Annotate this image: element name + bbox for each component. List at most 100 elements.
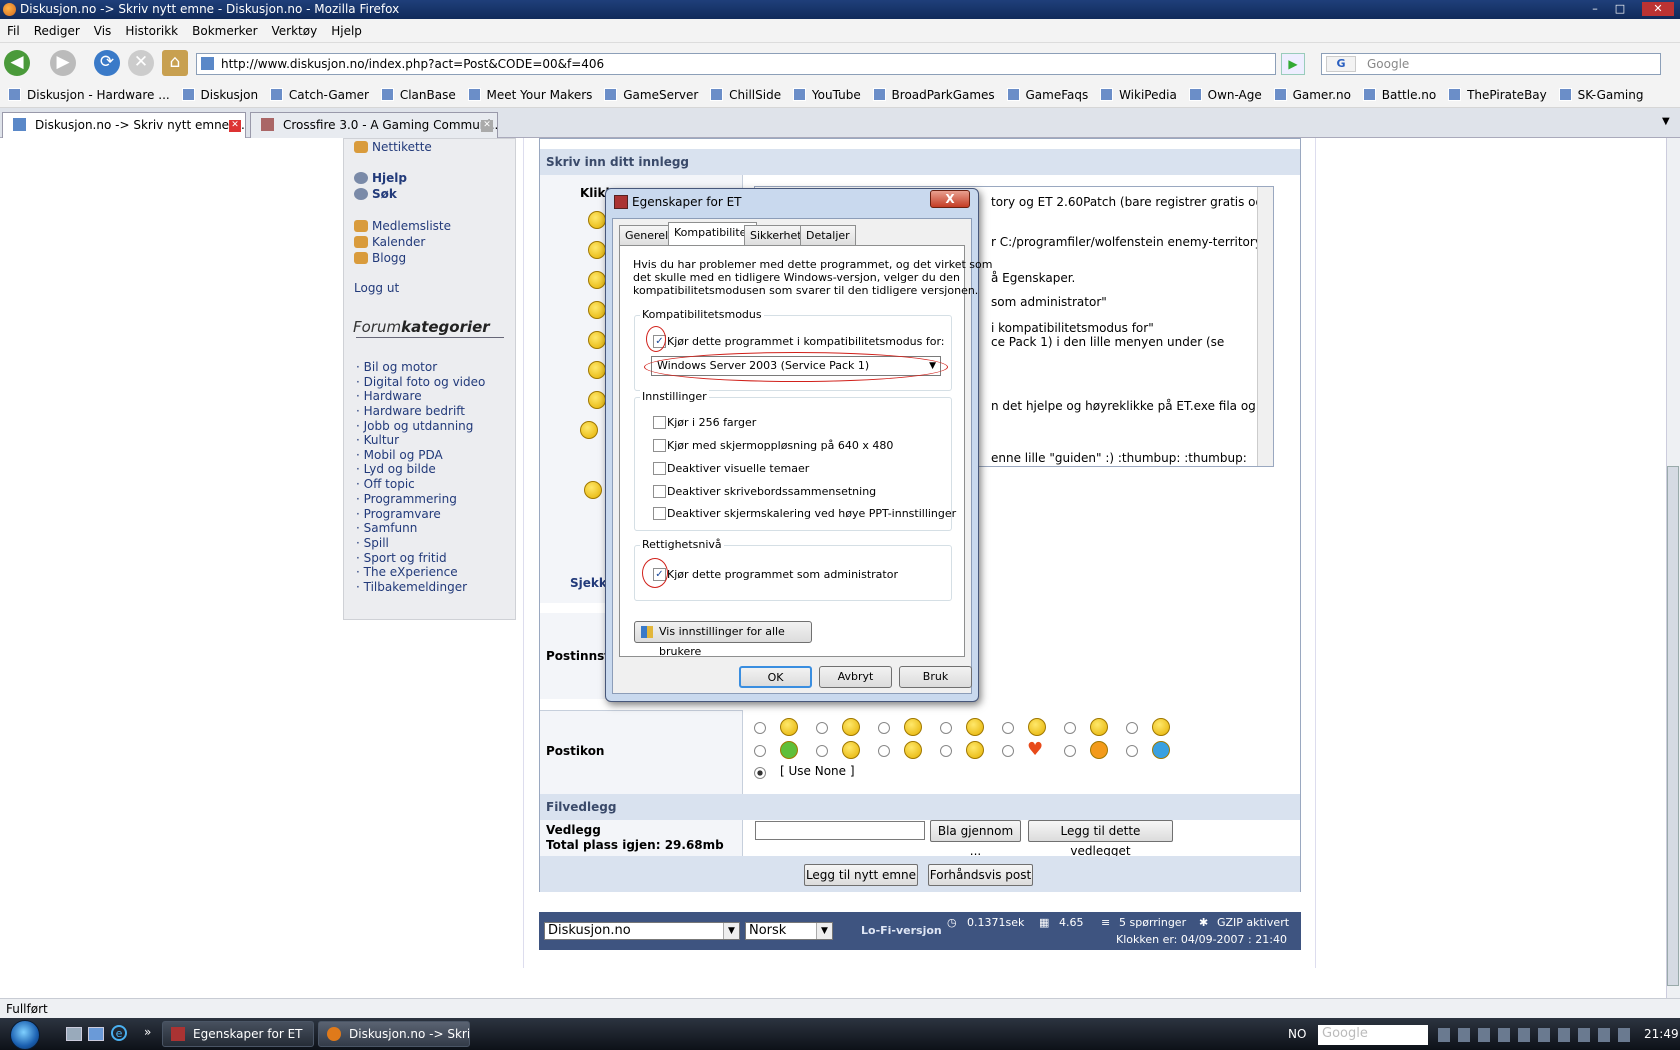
close-tab-icon[interactable]: ✕ — [481, 120, 493, 132]
quicklaunch-chevron-icon[interactable]: » — [144, 1025, 151, 1039]
internet-explorer-icon[interactable]: e — [111, 1025, 127, 1041]
category-link[interactable]: · Lyd og bilde — [356, 462, 436, 476]
cancel-button[interactable]: Avbryt — [819, 666, 892, 688]
menu-vis[interactable]: Vis — [87, 19, 119, 43]
sidebar-link-medlemsliste[interactable]: Medlemsliste — [354, 219, 451, 233]
bookmark-item[interactable]: Meet Your Makers — [467, 82, 592, 107]
category-link[interactable]: · Off topic — [356, 477, 415, 491]
minimize-button[interactable]: – — [1586, 2, 1604, 16]
tab-sikkerhet[interactable]: Sikkerhet — [744, 225, 808, 245]
posticon-radio[interactable] — [1126, 722, 1138, 734]
sidebar-link-hjelp[interactable]: Hjelp — [354, 171, 407, 185]
bookmark-item[interactable]: SK-Gaming — [1558, 82, 1643, 107]
bookmark-item[interactable]: GameFaqs — [1006, 82, 1088, 107]
page-scrollbar-thumb[interactable] — [1667, 466, 1679, 986]
sidebar-link-kalender[interactable]: Kalender — [354, 235, 425, 249]
bookmark-item[interactable]: ThePirateBay — [1448, 82, 1547, 107]
attachment-file-input[interactable] — [755, 821, 925, 840]
menu-rediger[interactable]: Rediger — [27, 19, 87, 43]
smiley-icon[interactable] — [588, 241, 606, 259]
posticon-radio[interactable] — [816, 722, 828, 734]
posticon-radio[interactable] — [878, 722, 890, 734]
reload-icon[interactable]: ⟳ — [94, 50, 120, 76]
visual-themes-checkbox[interactable] — [653, 462, 666, 475]
dialog-close-button[interactable]: X — [930, 190, 970, 208]
bookmark-item[interactable]: GameServer — [604, 82, 698, 107]
menu-fil[interactable]: Fil — [0, 19, 27, 43]
tab-crossfire[interactable]: Crossfire 3.0 - A Gaming Communi... ✕ — [250, 112, 498, 138]
go-button[interactable]: ▶ — [1281, 53, 1305, 75]
desktop-composition-checkbox[interactable] — [653, 485, 666, 498]
tab-diskusjon[interactable]: Diskusjon.no -> Skriv nytt emne -... ✕ — [2, 112, 246, 138]
posticon-radio[interactable] — [1064, 745, 1076, 757]
posticon-radio[interactable] — [878, 745, 890, 757]
category-link[interactable]: · Mobil og PDA — [356, 448, 443, 462]
smiley-icon[interactable] — [588, 391, 606, 409]
tab-detaljer[interactable]: Detaljer — [800, 225, 856, 245]
bookmark-item[interactable]: BroadParkGames — [872, 82, 995, 107]
add-attachment-button[interactable]: Legg til dette vedlegget — [1028, 820, 1173, 858]
posticon-radio[interactable] — [754, 722, 766, 734]
new-topic-button[interactable]: Legg til nytt emne — [804, 864, 918, 886]
bookmark-item[interactable]: Catch-Gamer — [269, 82, 369, 107]
bookmark-item[interactable]: Battle.no — [1362, 82, 1436, 107]
category-link[interactable]: · Bil og motor — [356, 360, 437, 374]
home-icon[interactable]: ⌂ — [162, 50, 188, 76]
bookmark-item[interactable]: Gamer.no — [1273, 82, 1351, 107]
category-link[interactable]: · Programmering — [356, 492, 457, 506]
tray-icons[interactable] — [1438, 1028, 1638, 1042]
smiley-icon[interactable] — [588, 271, 606, 289]
google-icon[interactable]: G — [1326, 56, 1356, 72]
all-users-button[interactable]: Vis innstillinger for alle brukere — [634, 621, 812, 658]
smiley-icon[interactable] — [584, 481, 602, 499]
language-indicator[interactable]: NO — [1288, 1027, 1306, 1041]
sidebar-link-blogg[interactable]: Blogg — [354, 251, 406, 265]
close-tab-icon[interactable]: ✕ — [229, 120, 241, 132]
smiley-icon[interactable] — [588, 331, 606, 349]
start-button[interactable] — [2, 1018, 48, 1050]
stop-icon[interactable]: ✕ — [128, 50, 154, 76]
category-link[interactable]: · Samfunn — [356, 521, 417, 535]
posticon-radio[interactable] — [1002, 722, 1014, 734]
posticon-radio[interactable] — [754, 745, 766, 757]
maximize-button[interactable]: □ — [1611, 2, 1629, 16]
category-link[interactable]: · Digital foto og video — [356, 375, 485, 389]
bookmark-item[interactable]: ChillSide — [710, 82, 781, 107]
posticon-radio[interactable] — [1002, 745, 1014, 757]
apply-button[interactable]: Bruk — [899, 666, 972, 688]
browse-button[interactable]: Bla gjennom ... — [930, 820, 1021, 858]
smiley-icon[interactable] — [588, 211, 606, 229]
category-link[interactable]: · The eXperience — [356, 565, 458, 579]
posticon-radio[interactable] — [940, 722, 952, 734]
bookmark-item[interactable]: Own-Age — [1188, 82, 1262, 107]
category-link[interactable]: · Programvare — [356, 507, 441, 521]
colors-256-checkbox[interactable] — [653, 416, 666, 429]
taskbar-item-firefox[interactable]: Diskusjon.no -> Skri... — [318, 1021, 470, 1047]
smiley-icon[interactable] — [588, 361, 606, 379]
search-input[interactable]: G Google — [1321, 53, 1661, 75]
category-link[interactable]: · Kultur — [356, 433, 399, 447]
menu-bokmerker[interactable]: Bokmerker — [185, 19, 264, 43]
taskbar-search-input[interactable]: Google — [1318, 1025, 1428, 1045]
back-arrow-icon[interactable]: ◀ — [4, 50, 30, 76]
posticon-radio[interactable] — [940, 745, 952, 757]
taskbar-item-properties[interactable]: Egenskaper for ET — [162, 1021, 314, 1047]
sidebar-link-sok[interactable]: Søk — [354, 187, 397, 201]
posticon-radio[interactable] — [1126, 745, 1138, 757]
textarea-scrollbar[interactable] — [1257, 187, 1273, 466]
bookmark-item[interactable]: YouTube — [792, 82, 861, 107]
bookmark-item[interactable]: ClanBase — [380, 82, 456, 107]
preview-button[interactable]: Forhåndsvis post — [928, 864, 1033, 886]
resolution-640-checkbox[interactable] — [653, 439, 666, 452]
menu-hjelp[interactable]: Hjelp — [324, 19, 369, 43]
switch-windows-icon[interactable] — [88, 1027, 104, 1041]
posticon-radio[interactable] — [1064, 722, 1076, 734]
category-link[interactable]: · Hardware bedrift — [356, 404, 465, 418]
dpi-scaling-checkbox[interactable] — [653, 507, 666, 520]
url-input[interactable]: http://www.diskusjon.no/index.php?act=Po… — [196, 53, 1276, 75]
category-link[interactable]: · Spill — [356, 536, 389, 550]
forum-select[interactable]: Diskusjon.no ▼ — [544, 922, 740, 940]
category-link[interactable]: · Tilbakemeldinger — [356, 580, 467, 594]
language-select[interactable]: Norsk ▼ — [745, 922, 833, 940]
menu-verktoy[interactable]: Verktøy — [265, 19, 325, 43]
